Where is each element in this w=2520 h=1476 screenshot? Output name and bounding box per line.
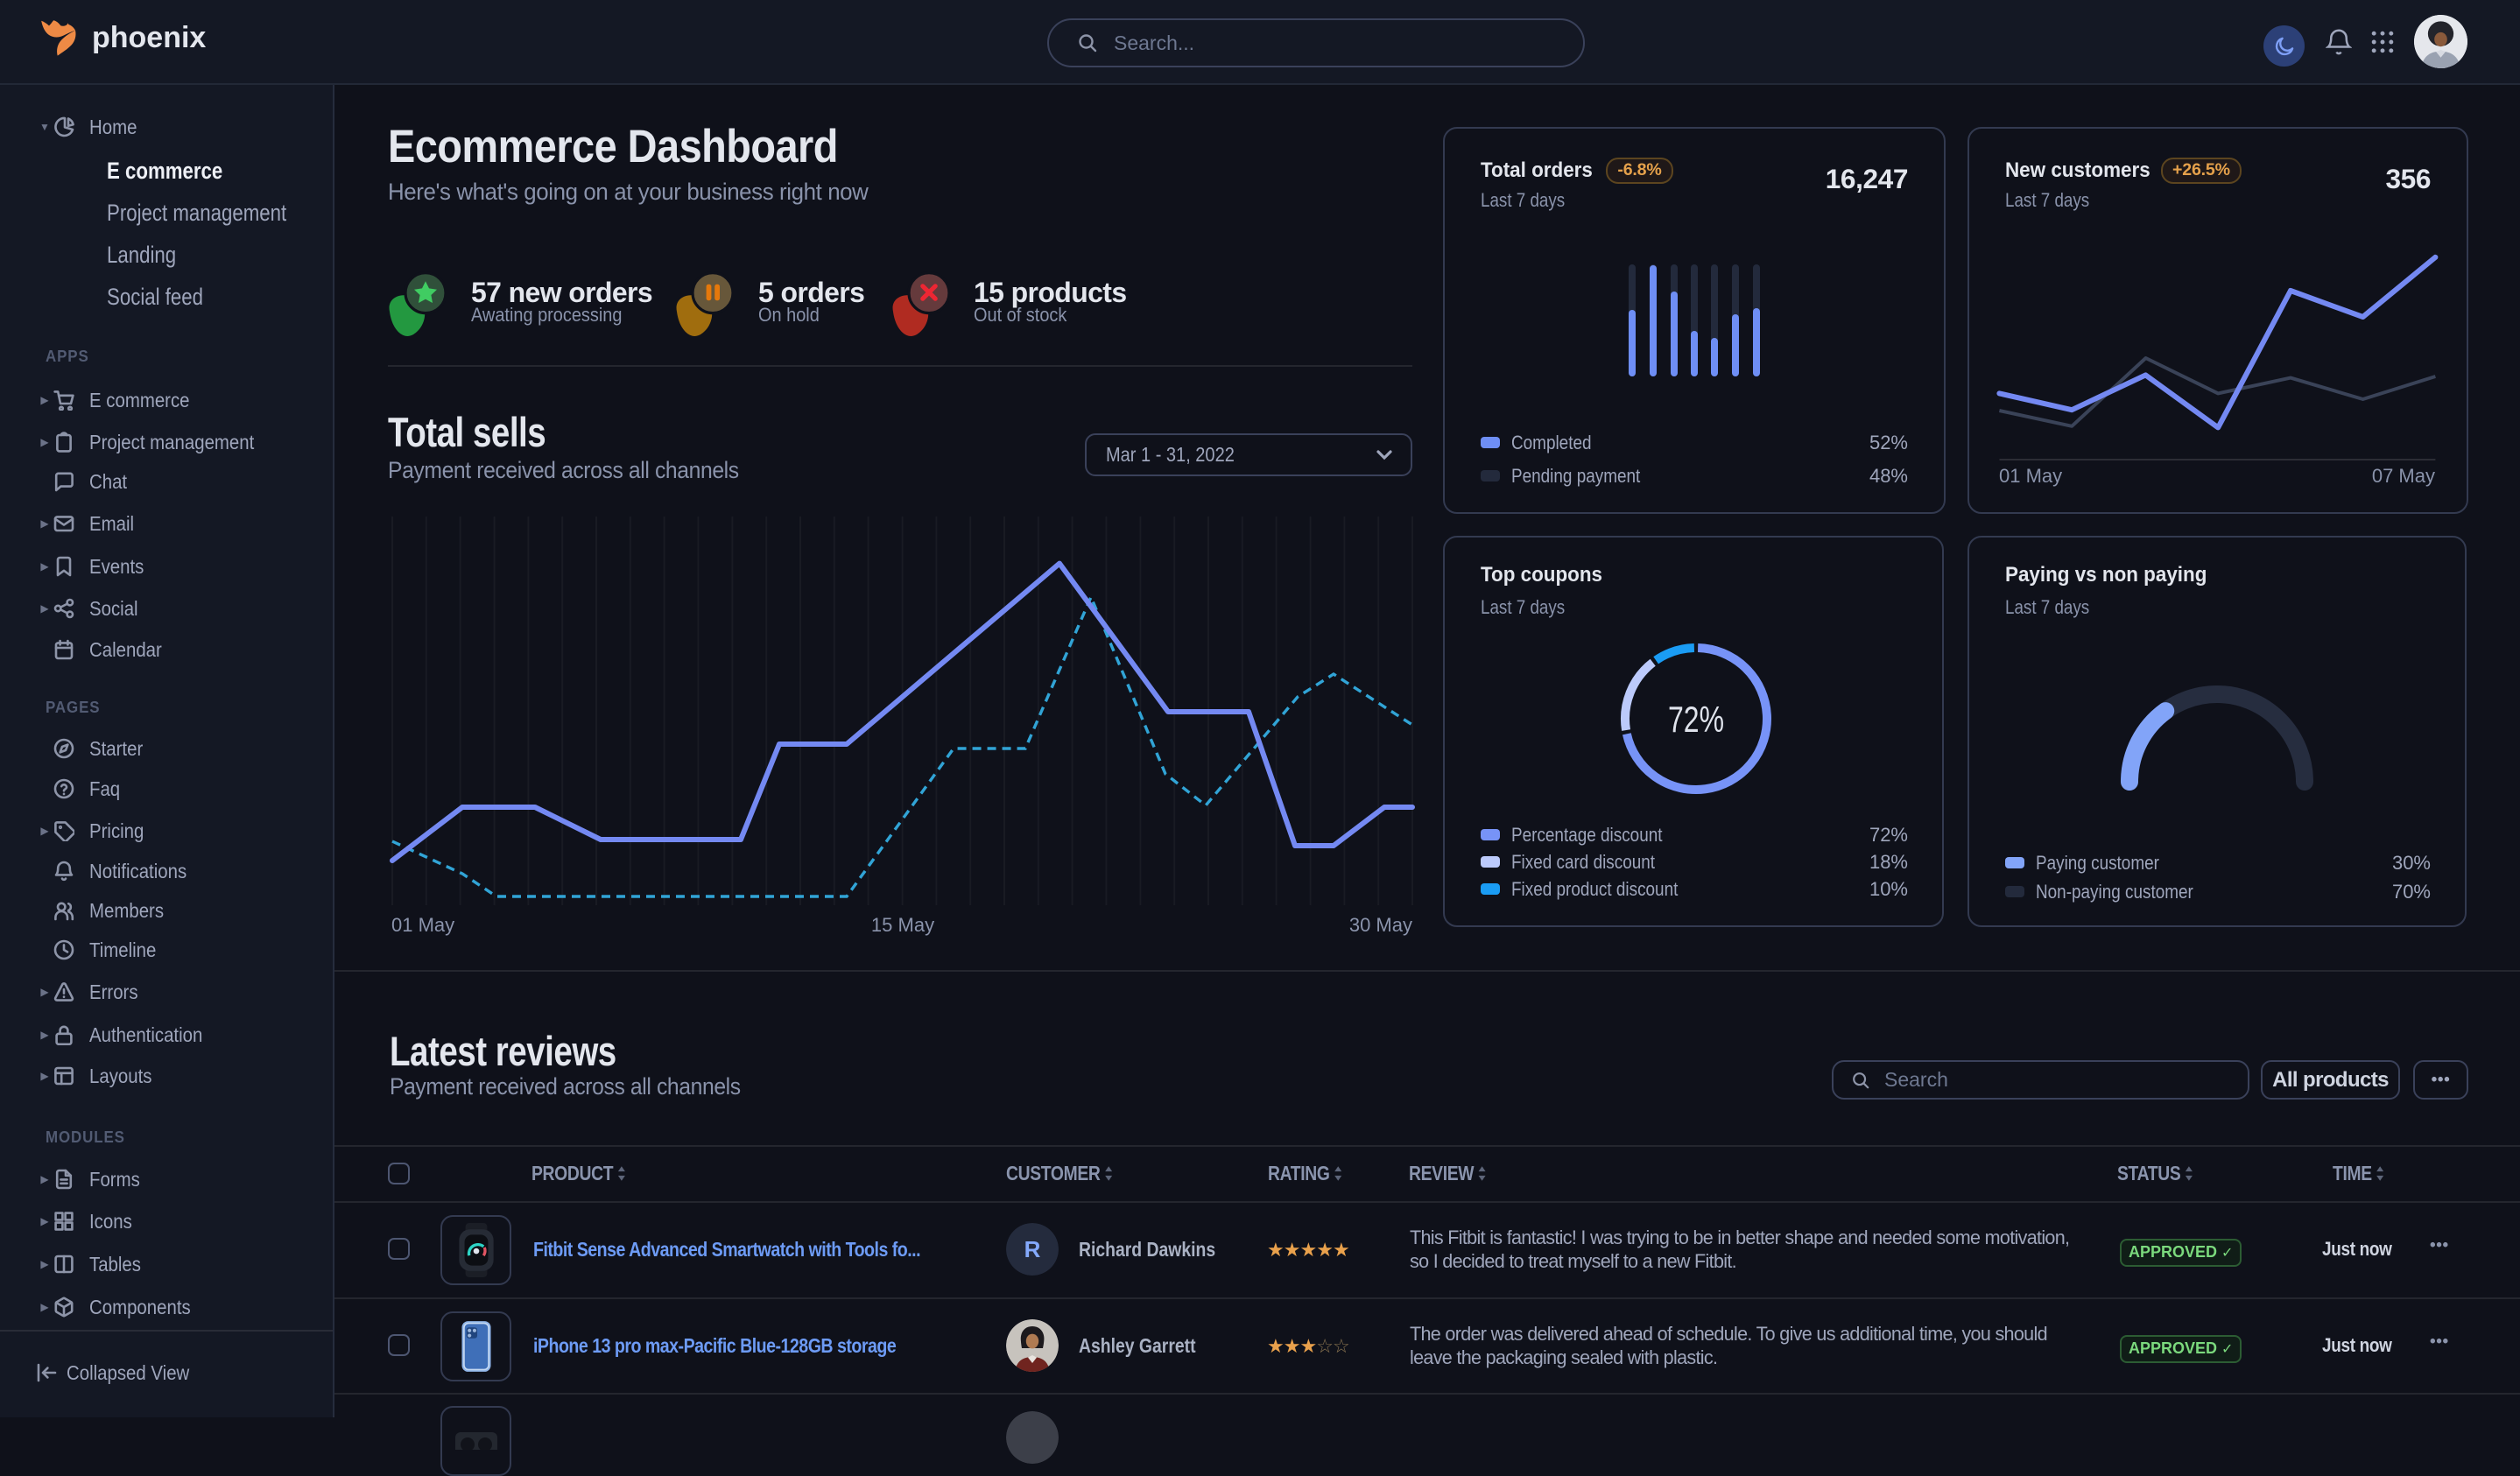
svg-text:01 May: 01 May (391, 914, 454, 936)
svg-text:15 May: 15 May (871, 914, 934, 936)
svg-text:07 May: 07 May (2372, 465, 2435, 487)
svg-text:30 May: 30 May (1349, 914, 1412, 936)
svg-text:72%: 72% (1668, 699, 1724, 740)
svg-text:01 May: 01 May (1999, 465, 2062, 487)
